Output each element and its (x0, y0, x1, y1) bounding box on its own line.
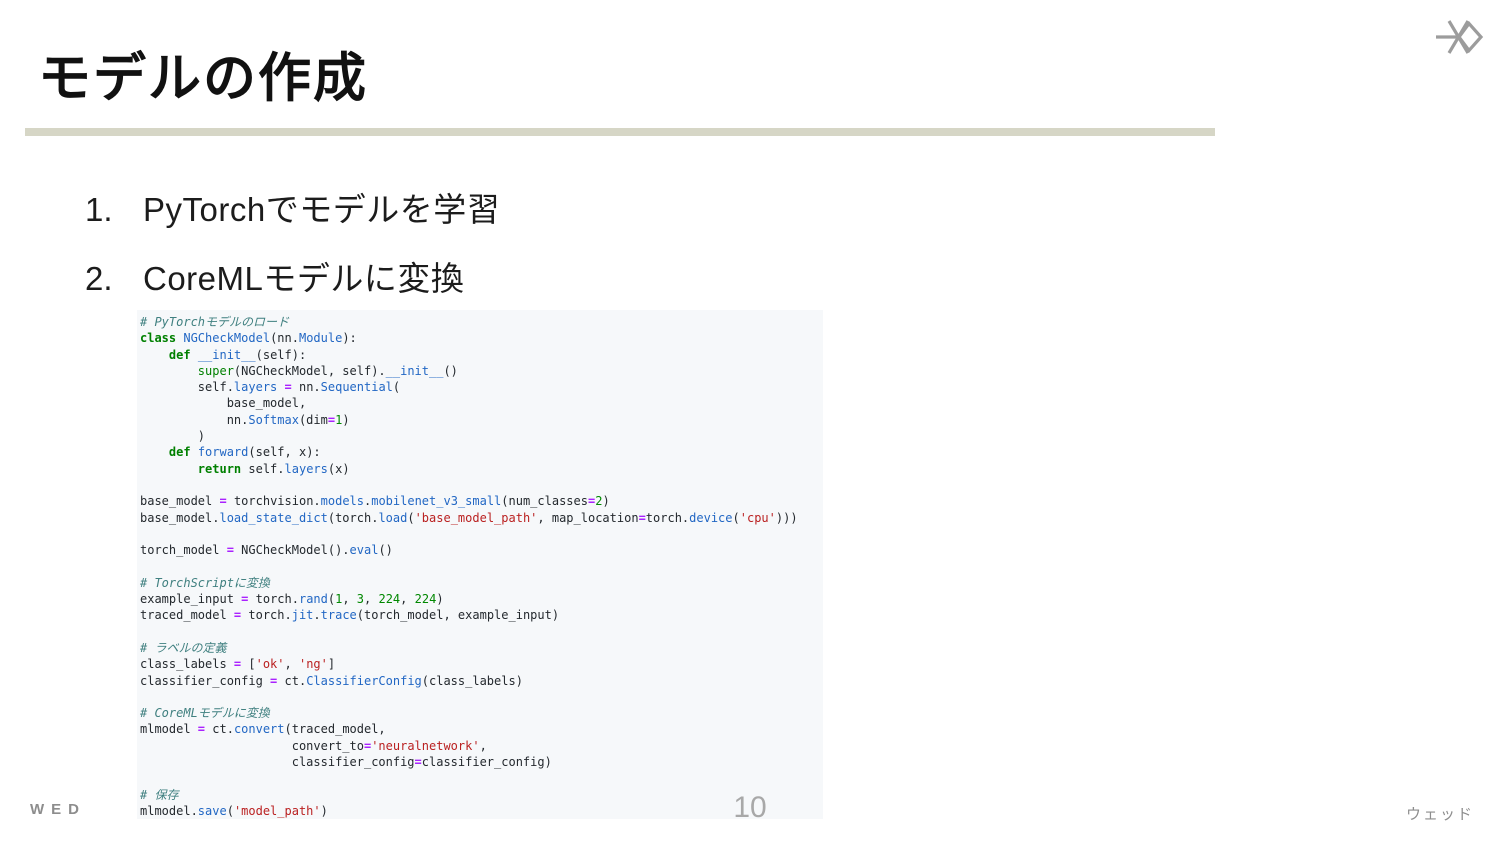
code-block: # PyTorchモデルのロード class NGCheckModel(nn.Mo… (137, 310, 823, 819)
code-line: base_model, (140, 396, 307, 411)
code-line: self.layers = nn.Sequential( (140, 380, 401, 395)
title-underline (25, 128, 1215, 136)
code-line: # ラベルの定義 (140, 640, 227, 655)
code-line: classifier_config = ct.ClassifierConfig(… (140, 673, 523, 688)
step-number: 1. (85, 191, 113, 228)
page-number: 10 (733, 791, 767, 824)
code-line: example_input = torch.rand(1, 3, 224, 22… (140, 592, 444, 607)
code-line: classifier_config=classifier_config) (140, 755, 552, 770)
code-line: class NGCheckModel(nn.Module): (140, 331, 357, 346)
page-title: モデルの作成 (38, 49, 368, 108)
code-line: def __init__(self): (168, 347, 307, 362)
step-item: 1. PyTorchでモデルを学習 (85, 190, 500, 230)
step-item: 2. CoreMLモデルに変換 (85, 259, 500, 299)
code-line: torch_model = NGCheckModel().eval() (140, 543, 393, 558)
step-number: 2. (85, 259, 113, 297)
step-text: PyTorchでモデルを学習 (143, 191, 501, 228)
code-line: mlmodel = ct.convert(traced_model, (140, 722, 386, 737)
code-line: def forward(self, x): (168, 445, 321, 460)
code-line: base_model = torchvision.models.mobilene… (140, 494, 610, 509)
code-line: convert_to='neuralnetwork', (140, 738, 487, 753)
company-name: ウェッド (1405, 806, 1474, 823)
wed-mark-icon (1434, 17, 1484, 57)
code-line: nn.Softmax(dim=1) (140, 412, 350, 427)
code-line: return self.layers(x) (197, 461, 350, 476)
slide: モデルの作成 1. PyTorchでモデルを学習 2. CoreMLモデルに変換 # … (0, 0, 1500, 844)
code-line: super(NGCheckModel, self).__init__() (197, 363, 458, 378)
code-line: # PyTorchモデルのロード (140, 315, 290, 329)
code-line: traced_model = torch.jit.trace(torch_mod… (140, 608, 560, 623)
code-line: ) (140, 429, 206, 444)
step-text: CoreMLモデルに変換 (143, 259, 465, 297)
code-line: # TorchScriptに変換 (140, 575, 270, 590)
steps-list: 1. PyTorchでモデルを学習 2. CoreMLモデルに変換 (85, 190, 500, 327)
code-line: class_labels = ['ok', 'ng'] (140, 657, 336, 672)
code-line: base_model.load_state_dict(torch.load('b… (140, 510, 798, 525)
code-line: # CoreMLモデルに変換 (140, 706, 270, 721)
